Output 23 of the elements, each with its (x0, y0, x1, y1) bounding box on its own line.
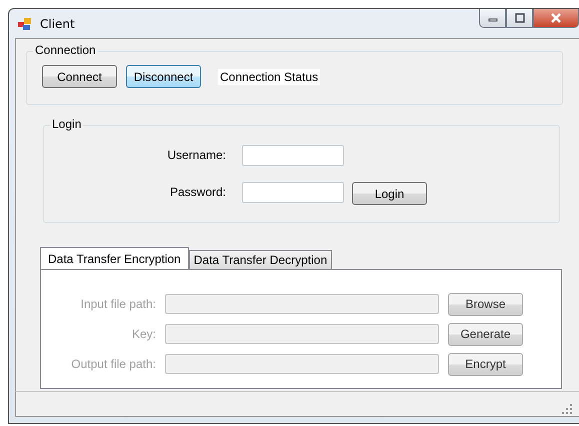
connection-button[interactable]: Disconnect (126, 65, 201, 88)
minimize-button[interactable] (479, 9, 506, 28)
connection-status: Connection Status (218, 68, 320, 84)
close-button[interactable] (533, 9, 579, 28)
group-title: Connection (33, 43, 98, 57)
group-title: Login (50, 117, 84, 131)
connection-button[interactable]: Connect (42, 65, 117, 88)
tab[interactable]: Data Transfer Decryption (188, 250, 332, 269)
window-title: Client (40, 16, 75, 30)
username-field[interactable] (242, 144, 344, 166)
tab[interactable]: Data Transfer Encryption (40, 247, 189, 269)
password-field[interactable] (242, 182, 344, 202)
maximize-icon (514, 13, 524, 23)
password-label: Password: (168, 185, 226, 199)
username-label: Username: (166, 148, 226, 162)
field-label: Key: (130, 327, 156, 341)
resize-grip-icon (562, 404, 572, 414)
maximize-button[interactable] (506, 9, 533, 28)
field-label: Output file path: (70, 357, 156, 371)
field-label: Input file path: (80, 297, 156, 311)
close-icon (550, 13, 562, 23)
login-button[interactable]: Login (352, 182, 427, 205)
app-icon (17, 16, 33, 32)
